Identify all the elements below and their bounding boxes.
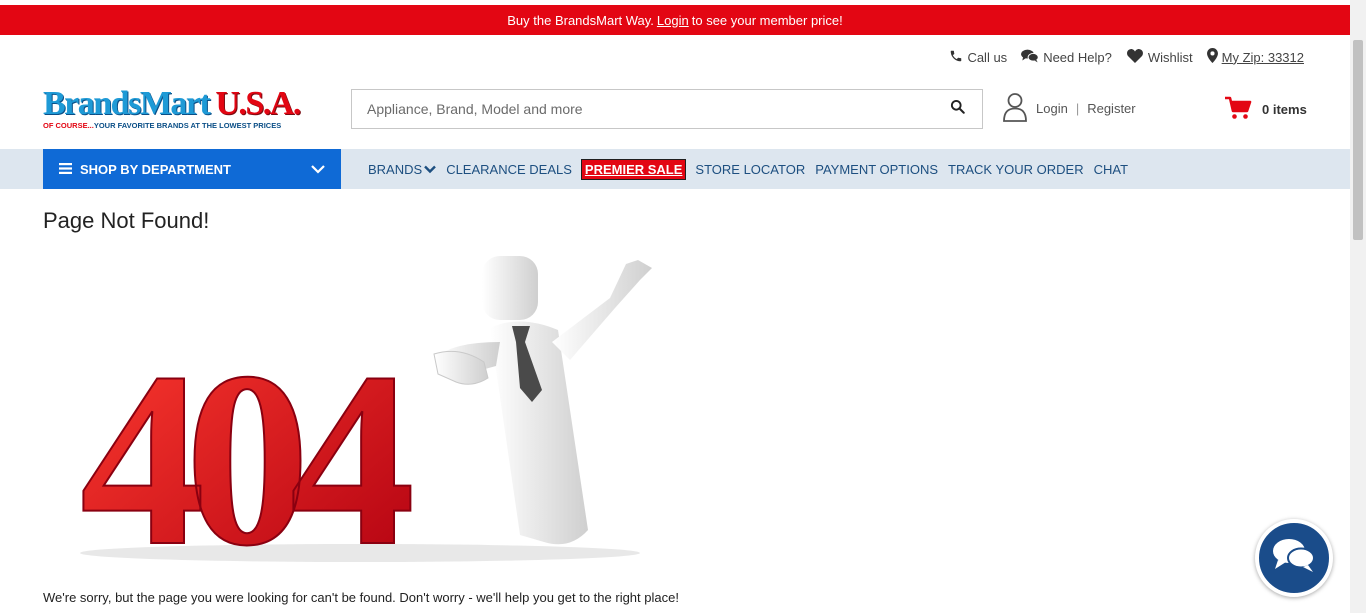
brandsmart-logo[interactable]: BrandsMart U.S.A. OF COURSE...YOUR FAVORI…: [43, 85, 308, 131]
chat-bubbles-icon: [1021, 49, 1039, 66]
nav-clearance-deals[interactable]: CLEARANCE DEALS: [446, 162, 572, 177]
scrollbar-thumb[interactable]: [1353, 40, 1363, 240]
promo-text-after: to see your member price!: [691, 12, 843, 28]
need-help-link[interactable]: Need Help?: [1021, 48, 1112, 66]
not-found-message: We're sorry, but the page you were looki…: [43, 590, 679, 605]
map-pin-icon: [1206, 48, 1218, 66]
wishlist-label: Wishlist: [1147, 49, 1193, 65]
search-bar: [351, 89, 983, 129]
utility-nav: Call us Need Help? Wishlist My Zip: 3331…: [949, 48, 1304, 66]
logo-name: BrandsMart: [43, 85, 211, 122]
shop-by-department-button[interactable]: SHOP BY DEPARTMENT: [43, 149, 341, 189]
chevron-down-icon: [424, 162, 437, 177]
figure-illustration: [435, 256, 652, 545]
page-scrollbar[interactable]: [1350, 0, 1366, 613]
chat-icon: [1271, 536, 1317, 581]
cart-icon: [1224, 96, 1252, 123]
heart-icon: [1126, 48, 1144, 66]
user-icon[interactable]: [1002, 92, 1028, 125]
main-nav: SHOP BY DEPARTMENT BRANDS CLEARANCE DEAL…: [0, 149, 1350, 189]
nav-track-your-order[interactable]: TRACK YOUR ORDER: [948, 162, 1084, 177]
search-icon: [950, 99, 965, 119]
search-input[interactable]: [352, 90, 932, 128]
logo-usa: U.S.A.: [215, 85, 301, 122]
promo-text-before: Buy the BrandsMart Way.: [507, 12, 654, 28]
logo-tagline-blue: YOUR FAVORITE BRANDS AT THE LOWEST PRICE…: [93, 121, 282, 130]
call-us-link[interactable]: Call us: [949, 48, 1007, 66]
my-zip-link[interactable]: My Zip: 33312: [1206, 48, 1304, 66]
logo-wordmark: BrandsMart U.S.A.: [43, 85, 308, 122]
account-separator: |: [1075, 101, 1080, 116]
page-title: Page Not Found!: [43, 208, 210, 233]
nav-chat[interactable]: CHAT: [1094, 162, 1128, 177]
account-area: Login | Register: [1002, 92, 1136, 125]
nav-payment-options[interactable]: PAYMENT OPTIONS: [815, 162, 938, 177]
hamburger-icon: [59, 162, 72, 177]
my-zip-label: My Zip: 33312: [1221, 49, 1304, 65]
not-found-illustration: 404: [60, 250, 660, 599]
search-button[interactable]: [932, 90, 982, 128]
logo-tagline-red: OF COURSE...: [43, 121, 94, 130]
illustration-404-text: 404: [80, 321, 411, 570]
wishlist-link[interactable]: Wishlist: [1126, 48, 1193, 66]
phone-icon: [949, 49, 963, 66]
cart-count: 0 items: [1262, 102, 1307, 117]
register-link[interactable]: Register: [1087, 101, 1135, 116]
logo-tagline: OF COURSE...YOUR FAVORITE BRANDS AT THE …: [43, 121, 308, 130]
nav-brands-label: BRANDS: [368, 161, 423, 177]
promo-bar: Buy the BrandsMart Way. Login to see you…: [0, 5, 1350, 35]
promo-login-link[interactable]: Login: [657, 13, 689, 28]
nav-brands[interactable]: BRANDS: [368, 161, 437, 177]
cart-button[interactable]: 0 items: [1224, 96, 1307, 123]
nav-links: BRANDS CLEARANCE DEALS PREMIER SALE STOR…: [368, 149, 1128, 189]
nav-store-locator[interactable]: STORE LOCATOR: [695, 162, 805, 177]
chevron-down-icon: [311, 162, 325, 177]
department-label: SHOP BY DEPARTMENT: [80, 161, 231, 177]
need-help-label: Need Help?: [1043, 49, 1112, 65]
login-link[interactable]: Login: [1036, 101, 1068, 116]
nav-premier-sale[interactable]: PREMIER SALE: [580, 158, 687, 180]
call-us-label: Call us: [967, 49, 1008, 65]
live-chat-button[interactable]: [1255, 519, 1333, 597]
